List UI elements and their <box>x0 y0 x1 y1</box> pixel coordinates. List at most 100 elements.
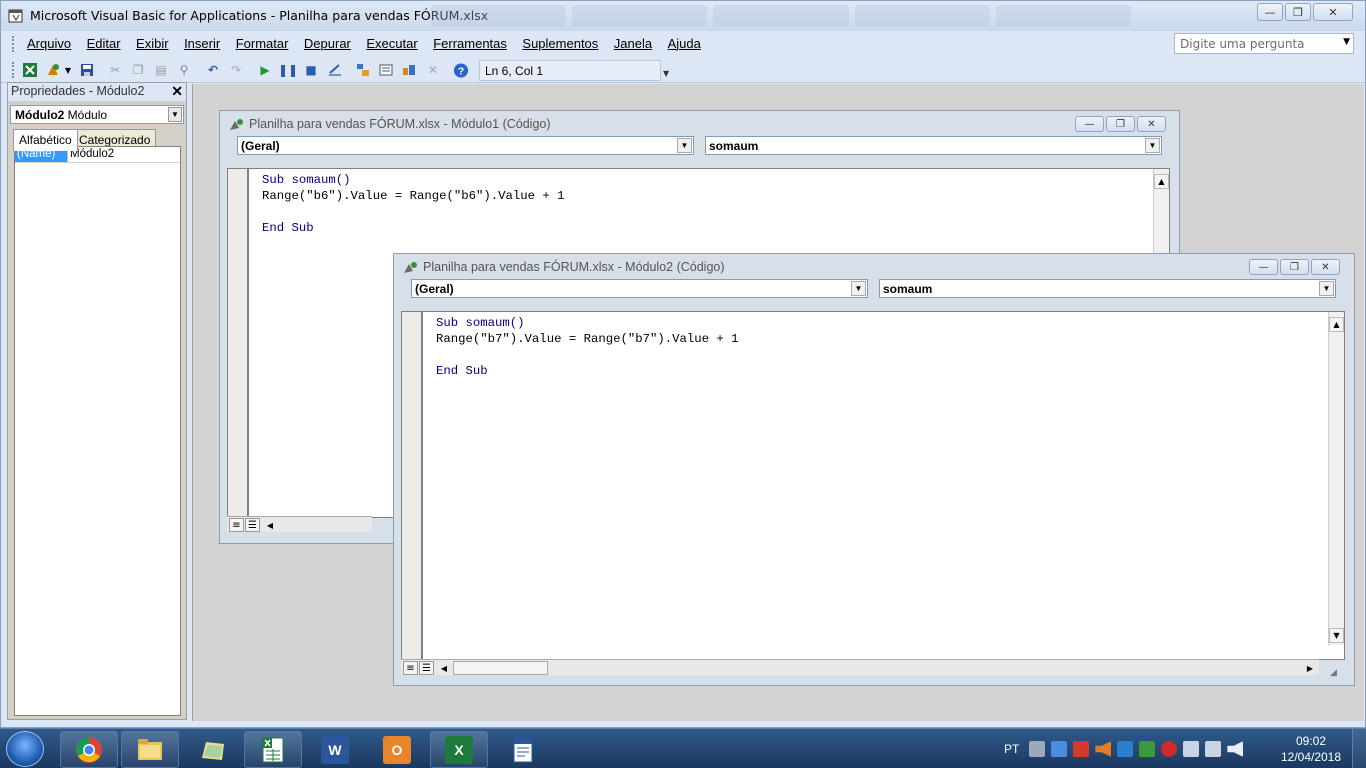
scroll-left-icon[interactable]: ◀ <box>437 661 451 675</box>
menu-executar[interactable]: Executar <box>366 36 417 51</box>
vertical-scrollbar[interactable]: ▲ ▼ <box>1328 312 1344 645</box>
menu-editar[interactable]: Editar <box>87 36 121 51</box>
code-text[interactable]: Sub somaum() Range("b7").Value = Range("… <box>436 315 739 379</box>
display-icon[interactable] <box>1205 741 1222 757</box>
insert-module-icon[interactable] <box>45 62 61 78</box>
update-icon[interactable] <box>1139 741 1156 757</box>
close-button[interactable]: ✕ <box>1313 3 1353 21</box>
menu-ajuda[interactable]: Ajuda <box>668 36 701 51</box>
taskbar-excel-sheet[interactable] <box>244 731 302 768</box>
action-center-icon[interactable] <box>1183 741 1200 757</box>
minimize-button[interactable]: — <box>1249 259 1278 275</box>
restore-button[interactable]: ❐ <box>1106 116 1135 132</box>
help-icon[interactable]: ? <box>453 62 469 78</box>
menu-inserir[interactable]: Inserir <box>184 36 220 51</box>
object-browser-icon[interactable] <box>401 62 417 78</box>
tab-alfabetico[interactable]: Alfabético <box>13 129 78 151</box>
properties-window-icon[interactable] <box>378 62 394 78</box>
start-button[interactable] <box>6 731 44 767</box>
scroll-right-icon[interactable]: ▶ <box>1303 661 1317 675</box>
margin-indicator-bar[interactable] <box>402 312 423 659</box>
ccleaner-icon[interactable] <box>1073 741 1090 757</box>
find-icon[interactable]: ⚲ <box>176 62 192 78</box>
volume-warning-icon[interactable] <box>1095 741 1112 757</box>
object-selector[interactable]: Módulo2 Módulo ▼ <box>10 105 184 124</box>
menu-grip[interactable] <box>12 36 15 52</box>
run-icon[interactable]: ▶ <box>257 62 273 78</box>
procedure-view-icon[interactable]: ≡ <box>403 661 418 675</box>
language-indicator[interactable]: PT <box>1004 742 1019 756</box>
break-icon[interactable]: ❚❚ <box>278 62 298 78</box>
redo-icon[interactable]: ↷ <box>228 62 244 78</box>
margin-indicator-bar[interactable] <box>228 169 249 517</box>
restore-button[interactable]: ❐ <box>1280 259 1309 275</box>
menu-janela[interactable]: Janela <box>614 36 652 51</box>
network-app-icon[interactable] <box>1051 741 1068 757</box>
minimize-button[interactable]: — <box>1075 116 1104 132</box>
code-editor-modulo2[interactable]: Sub somaum() Range("b7").Value = Range("… <box>401 311 1345 660</box>
system-clock[interactable]: 09:02 12/04/2018 <box>1278 733 1344 765</box>
full-module-view-icon[interactable]: ☰ <box>419 661 434 675</box>
code-text[interactable]: Sub somaum() Range("b6").Value = Range("… <box>262 172 565 236</box>
toolbar-options-icon[interactable]: ▼ <box>663 69 669 78</box>
copy-icon[interactable]: ❐ <box>130 62 146 78</box>
taskbar-document[interactable] <box>494 731 552 768</box>
menu-arquivo[interactable]: Arquivo <box>27 36 71 51</box>
object-combo[interactable]: (Geral) ▼ <box>411 279 868 298</box>
chevron-down-icon[interactable]: ▼ <box>677 138 692 153</box>
scroll-thumb[interactable] <box>453 661 548 675</box>
close-icon[interactable]: ✕ <box>171 83 183 100</box>
menu-formatar[interactable]: Formatar <box>236 36 289 51</box>
maximize-button[interactable]: ❐ <box>1285 3 1311 21</box>
minimize-button[interactable]: — <box>1257 3 1283 21</box>
toolbox-icon[interactable]: ✕ <box>425 62 441 78</box>
taskbar-excel[interactable]: X <box>430 731 488 768</box>
chevron-down-icon[interactable]: ▼ <box>1319 281 1334 296</box>
horizontal-scrollbar[interactable]: ≡ ☰ ◀ ▶ <box>401 659 1319 675</box>
bluetooth-icon[interactable] <box>1117 741 1134 757</box>
property-value[interactable]: Módulo2 <box>68 147 180 162</box>
show-desktop-button[interactable] <box>1352 729 1366 768</box>
procedure-combo[interactable]: somaum ▼ <box>705 136 1162 155</box>
menu-exibir[interactable]: Exibir <box>136 36 169 51</box>
chevron-down-icon[interactable]: ▼ <box>1145 138 1160 153</box>
code-window-modulo2[interactable]: Planilha para vendas FÓRUM.xlsx - Módulo… <box>393 253 1355 686</box>
full-module-view-icon[interactable]: ☰ <box>245 518 260 532</box>
help-question-input[interactable]: Digite uma pergunta ▼ <box>1174 33 1354 54</box>
close-button[interactable]: ✕ <box>1311 259 1340 275</box>
chevron-down-icon[interactable]: ▼ <box>1343 37 1350 47</box>
undo-icon[interactable]: ↶ <box>205 62 221 78</box>
scroll-up-icon[interactable]: ▲ <box>1329 317 1344 332</box>
resize-grip-icon[interactable]: ◢ <box>1330 668 1337 678</box>
keyboard-icon[interactable] <box>1029 741 1046 757</box>
chevron-down-icon[interactable]: ▼ <box>168 107 182 122</box>
chevron-down-icon[interactable]: ▼ <box>851 281 866 296</box>
scroll-down-icon[interactable]: ▼ <box>1329 628 1344 643</box>
antivirus-icon[interactable] <box>1161 741 1178 757</box>
save-icon[interactable] <box>79 62 95 78</box>
taskbar-chrome[interactable] <box>60 731 118 768</box>
object-combo[interactable]: (Geral) ▼ <box>237 136 694 155</box>
taskbar-file-explorer[interactable] <box>121 731 179 768</box>
menu-depurar[interactable]: Depurar <box>304 36 351 51</box>
chevron-down-icon[interactable]: ▼ <box>63 62 73 78</box>
speaker-icon[interactable] <box>1227 741 1244 757</box>
close-button[interactable]: ✕ <box>1137 116 1166 132</box>
cut-icon[interactable]: ✂ <box>107 62 123 78</box>
procedure-view-icon[interactable]: ≡ <box>229 518 244 532</box>
procedure-combo[interactable]: somaum ▼ <box>879 279 1336 298</box>
taskbar-folder[interactable] <box>184 731 242 768</box>
design-mode-icon[interactable] <box>327 62 343 78</box>
menu-suplementos[interactable]: Suplementos <box>522 36 598 51</box>
menu-ferramentas[interactable]: Ferramentas <box>433 36 507 51</box>
horizontal-scrollbar[interactable]: ≡ ☰ ◀ <box>227 516 372 532</box>
excel-view-icon[interactable] <box>22 62 38 78</box>
reset-icon[interactable]: ■ <box>303 62 319 78</box>
paste-icon[interactable]: ▤ <box>153 62 169 78</box>
project-explorer-icon[interactable] <box>355 62 371 78</box>
taskbar-outlook[interactable]: O <box>368 731 426 768</box>
scroll-left-icon[interactable]: ◀ <box>263 518 277 532</box>
taskbar-word[interactable]: W <box>306 731 364 768</box>
scroll-up-icon[interactable]: ▲ <box>1154 174 1169 189</box>
toolbar-grip[interactable] <box>12 62 15 78</box>
